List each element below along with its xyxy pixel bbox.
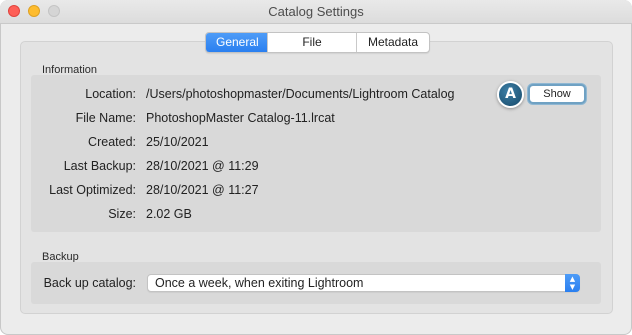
last-optimized-label: Last Optimized: bbox=[49, 183, 136, 197]
tab-bar: General File Handling Metadata bbox=[205, 32, 430, 53]
last-backup-value: 28/10/2021 @ 11:29 bbox=[146, 159, 259, 173]
size-label: Size: bbox=[108, 207, 136, 221]
backup-catalog-select[interactable]: Once a week, when exiting Lightroom ▲ ▼ bbox=[147, 274, 580, 292]
file-name-label: File Name: bbox=[75, 111, 136, 125]
created-value: 25/10/2021 bbox=[146, 135, 209, 149]
last-optimized-value: 28/10/2021 @ 11:27 bbox=[146, 183, 259, 197]
tab-general[interactable]: General bbox=[206, 33, 268, 52]
catalog-settings-window: Catalog Settings General File Handling M… bbox=[0, 0, 632, 335]
backup-catalog-label: Back up catalog: bbox=[43, 276, 136, 290]
title-bar[interactable]: Catalog Settings bbox=[0, 0, 632, 24]
size-value: 2.02 GB bbox=[146, 207, 192, 221]
location-label: Location: bbox=[85, 87, 136, 101]
show-location-button[interactable]: Show bbox=[528, 84, 586, 104]
chevron-up-down-icon[interactable]: ▲ ▼ bbox=[565, 274, 580, 292]
last-backup-label: Last Backup: bbox=[63, 159, 136, 173]
annotation-marker-a: A bbox=[497, 81, 524, 108]
backup-catalog-selected-value: Once a week, when exiting Lightroom bbox=[155, 276, 364, 290]
window-title: Catalog Settings bbox=[268, 4, 364, 19]
created-label: Created: bbox=[88, 135, 136, 149]
location-value: /Users/photoshopmaster/Documents/Lightro… bbox=[146, 87, 455, 101]
tab-metadata[interactable]: Metadata bbox=[357, 33, 429, 52]
file-name-value: PhotoshopMaster Catalog-11.lrcat bbox=[146, 111, 335, 125]
tab-file-handling[interactable]: File Handling bbox=[268, 33, 357, 52]
